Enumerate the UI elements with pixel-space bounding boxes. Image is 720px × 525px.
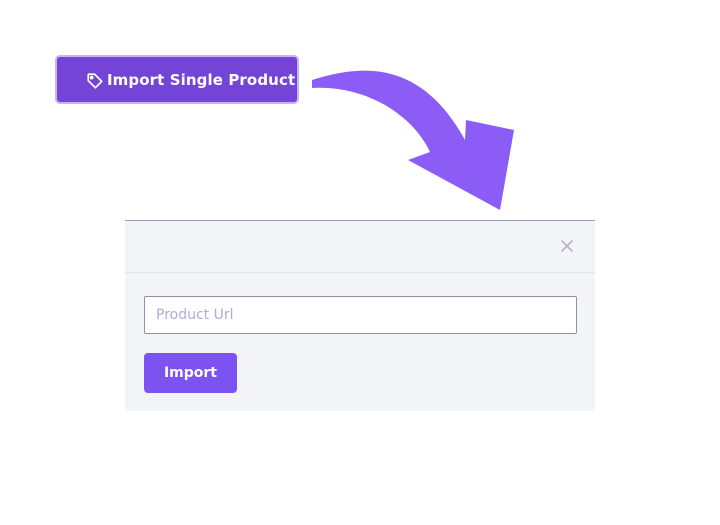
- modal-header: [125, 221, 595, 273]
- close-icon[interactable]: [559, 238, 575, 254]
- page-stage: Import Single Product Import: [0, 0, 720, 525]
- import-product-modal: Import: [125, 220, 595, 411]
- import-button[interactable]: Import: [144, 353, 237, 393]
- import-single-product-label: Import Single Product: [107, 70, 296, 89]
- curved-arrow-icon: [312, 70, 514, 210]
- product-url-input[interactable]: [144, 296, 577, 334]
- tag-icon: [87, 73, 103, 89]
- import-single-product-button[interactable]: Import Single Product: [55, 55, 299, 104]
